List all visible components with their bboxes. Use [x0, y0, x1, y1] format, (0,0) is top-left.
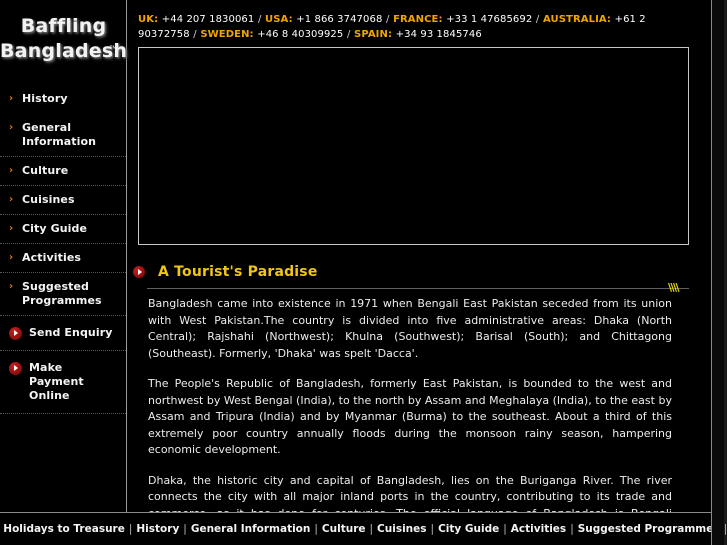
footer-link-culture[interactable]: Culture	[322, 523, 366, 535]
footer-link-about[interactable]: About Holidays to Treasure	[0, 523, 125, 535]
footer-nav: Home | About Holidays to Treasure | Hist…	[0, 513, 727, 545]
article-paragraph: The People's Republic of Bangladesh, for…	[148, 377, 672, 456]
sidebar-item-label: General Information	[22, 121, 97, 148]
footer-separator: |	[503, 523, 507, 535]
sidebar-item-label: Activities	[22, 251, 82, 264]
phone-country-label: SPAIN:	[354, 29, 393, 40]
footer-separator: |	[183, 523, 187, 535]
phone-country-label: AUSTRALIA:	[542, 14, 612, 25]
chevron-right-icon: ›	[9, 281, 14, 292]
banner-media-placeholder	[138, 47, 689, 245]
phone-number: +34 93 1845746	[395, 29, 482, 40]
page-title: A Tourist's Paradise	[158, 264, 318, 280]
phone-number: +46 8 40309925	[257, 29, 344, 40]
sidebar-item-label: Cuisines	[22, 193, 75, 206]
play-circle-icon	[9, 326, 29, 340]
phone-separator: /	[346, 29, 351, 40]
sidebar-item-city-guide[interactable]: › City Guide	[0, 215, 126, 244]
sidebar-item-label: History	[22, 92, 68, 105]
chevron-right-icon: ›	[9, 93, 14, 104]
phone-country-label: USA:	[265, 14, 293, 25]
footer-separator: |	[314, 523, 318, 535]
logo-line-2: Bangladesh	[0, 40, 128, 62]
chevron-right-icon: ›	[9, 252, 14, 263]
phone-number: +33 1 47685692	[446, 14, 533, 25]
play-circle-icon	[133, 265, 153, 279]
chevron-right-icon: ›	[9, 223, 14, 234]
footer-separator: |	[128, 523, 133, 535]
footer-separator: |	[369, 523, 374, 535]
footer-link-city-guide[interactable]: City Guide	[438, 523, 499, 535]
logo-line-1: Baffling	[20, 15, 107, 37]
footer-link-activities[interactable]: Activities	[511, 523, 566, 535]
sidebar-item-activities[interactable]: › Activities	[0, 244, 126, 273]
footer-separator: |	[430, 523, 435, 535]
phone-country-label: FRANCE:	[393, 14, 443, 25]
sidebar-item-label: Culture	[22, 164, 69, 177]
sidebar-item-make-payment-online[interactable]: Make Payment Online	[0, 351, 126, 414]
page-root: Baffling Bangladesh ™ › History › Genera…	[0, 0, 727, 545]
sidebar-item-general-information[interactable]: › General Information	[0, 114, 126, 157]
sidebar-item-label: Send Enquiry	[29, 326, 113, 339]
sidebar-item-cuisines[interactable]: › Cuisines	[0, 186, 126, 215]
sidebar-item-suggested-programmes[interactable]: › Suggested Programmes	[0, 273, 126, 316]
chevron-right-icon: ›	[9, 122, 14, 133]
footer-separator: |	[570, 523, 574, 535]
chevron-right-icon: ›	[9, 194, 14, 205]
sidebar: Baffling Bangladesh ™ › History › Genera…	[0, 0, 127, 512]
phone-country-label: UK:	[138, 14, 159, 25]
sidebar-item-send-enquiry[interactable]: Send Enquiry	[0, 316, 126, 351]
sidebar-nav: › History › General Information › Cultur…	[0, 85, 126, 414]
page-right-gutter	[711, 0, 724, 545]
play-circle-icon	[9, 361, 29, 375]
phone-country-label: SWEDEN:	[200, 29, 254, 40]
phone-number: +1 866 3747068	[296, 14, 383, 25]
phone-number: +44 207 1830061	[161, 14, 255, 25]
sidebar-item-history[interactable]: › History	[0, 85, 126, 114]
site-logo[interactable]: Baffling Bangladesh ™	[0, 0, 127, 85]
footer-link-suggested-programmes[interactable]: Suggested Programmes	[578, 523, 720, 535]
phone-separator: /	[193, 29, 197, 40]
sidebar-item-label: City Guide	[22, 222, 88, 235]
article-paragraph: Bangladesh came into existence in 1971 w…	[148, 297, 672, 360]
sidebar-item-culture[interactable]: › Culture	[0, 157, 126, 186]
title-divider	[147, 288, 689, 289]
footer-link-general-information[interactable]: General Information	[191, 523, 311, 535]
phone-separator: /	[257, 14, 262, 25]
page-title-row: A Tourist's Paradise	[133, 264, 689, 280]
sidebar-item-label: Make Payment Online	[29, 361, 84, 402]
phone-separator: /	[386, 14, 390, 25]
header-phone-list: UK: +44 207 1830061 / USA: +1 866 374706…	[138, 12, 698, 42]
footer-link-history[interactable]: History	[136, 523, 179, 535]
chevron-right-icon: ›	[9, 165, 14, 176]
zigzag-decoration-icon: \\\\	[668, 281, 680, 294]
trademark-symbol: ™	[109, 44, 117, 53]
phone-separator: /	[535, 14, 540, 25]
footer-link-cuisines[interactable]: Cuisines	[377, 523, 426, 535]
article-body: Bangladesh came into existence in 1971 w…	[148, 296, 672, 545]
sidebar-item-label: Suggested Programmes	[22, 280, 102, 307]
